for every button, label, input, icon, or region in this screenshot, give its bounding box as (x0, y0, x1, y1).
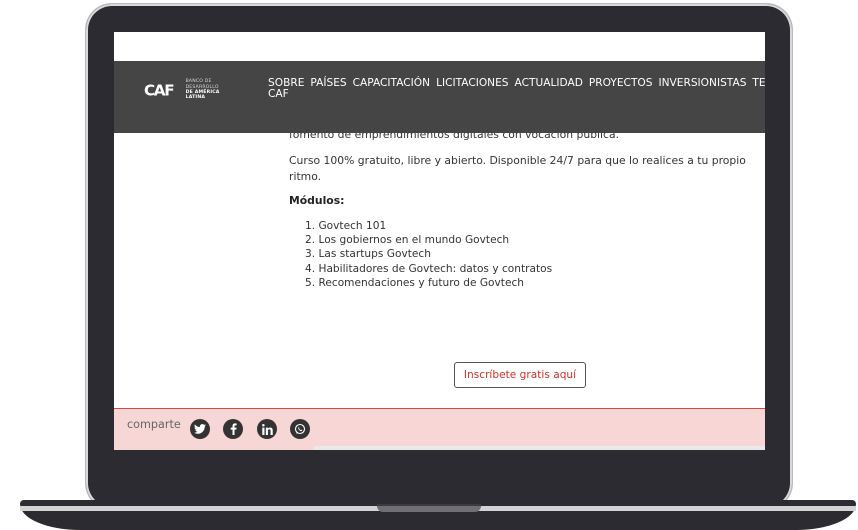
caf-logo[interactable]: CAF BANCO DE DESARROLLO DE AMÉRICA LATIN… (144, 79, 240, 101)
module-item: 1. Govtech 101 (305, 220, 387, 232)
enroll-free-button[interactable]: Inscríbete gratis aquí (454, 362, 586, 388)
nav-menu: SOBRE CAF PAÍSES CAPACITACIÓN LICITACION… (268, 78, 765, 100)
caf-logo-mark: CAF (144, 81, 176, 99)
share-label: comparte (127, 418, 181, 431)
nav-item-actualidad[interactable]: ACTUALIDAD (515, 78, 583, 100)
laptop-notch (377, 506, 481, 512)
facebook-icon[interactable] (223, 419, 243, 439)
nav-item-temas[interactable]: TEM (752, 78, 765, 100)
share-bar: comparte (114, 408, 765, 450)
nav-item-sobre-caf[interactable]: SOBRE CAF (268, 78, 304, 100)
course-description: Curso 100% gratuito, libre y abierto. Di… (289, 154, 746, 183)
modules-title: Módulos: (289, 194, 345, 207)
nav-item-proyectos[interactable]: PROYECTOS (589, 78, 653, 100)
nav-item-paises[interactable]: PAÍSES (310, 78, 346, 100)
nav-item-inversionistas[interactable]: INVERSIONISTAS (658, 78, 746, 100)
module-item: 2. Los gobiernos en el mundo Govtech (305, 234, 510, 247)
browser-screen: fomento de emprendimientos digitales con… (114, 32, 765, 450)
linkedin-icon[interactable] (257, 419, 277, 439)
module-item: 3. Las startups Govtech (305, 248, 431, 261)
logo-subtitle: BANCO DE DESARROLLO DE AMÉRICA LATINA (185, 79, 220, 101)
module-item: 5. Recomendaciones y futuro de Govtech (305, 276, 525, 289)
top-navbar: CAF BANCO DE DESARROLLO DE AMÉRICA LATIN… (114, 61, 765, 133)
whatsapp-icon[interactable] (290, 419, 310, 439)
bottom-strip (314, 446, 765, 450)
nav-item-licitaciones[interactable]: LICITACIONES (436, 78, 508, 100)
twitter-icon[interactable] (190, 419, 210, 439)
modules-list: 1. Govtech 101 2. Los gobiernos en el mu… (289, 219, 552, 290)
module-item: 4. Habilitadores de Govtech: datos y con… (305, 262, 553, 275)
nav-item-capacitacion[interactable]: CAPACITACIÓN (353, 78, 430, 100)
svg-text:CAF: CAF (144, 81, 174, 99)
